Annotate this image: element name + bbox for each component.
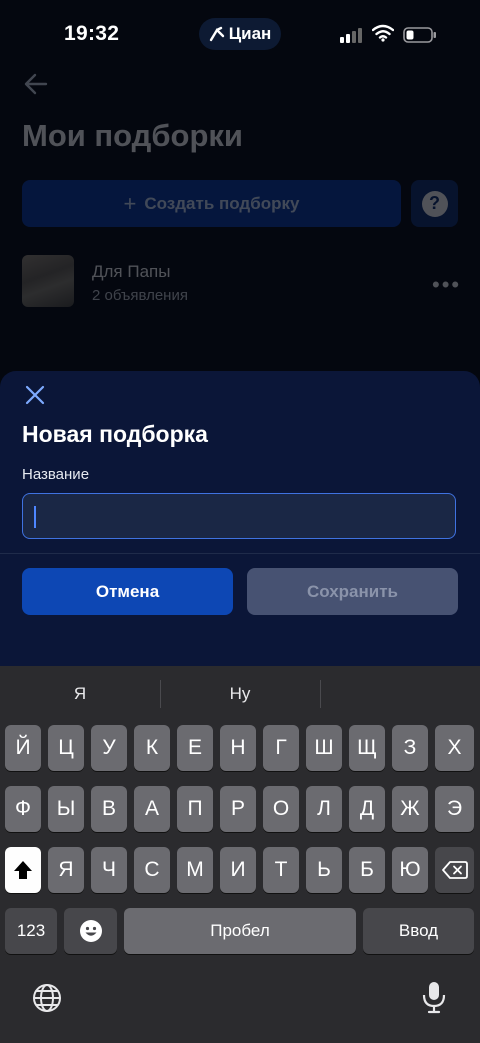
collections-page: Мои подборки + Создать подборку ? Для Па…	[0, 60, 480, 380]
status-time: 19:32	[64, 22, 120, 45]
island-label: Циан	[228, 24, 272, 43]
help-button[interactable]: ?	[411, 180, 458, 227]
key[interactable]: К	[134, 725, 170, 771]
key[interactable]: У	[91, 725, 127, 771]
name-input[interactable]	[22, 493, 456, 539]
save-button[interactable]: Сохранить	[247, 568, 458, 615]
globe-icon[interactable]	[31, 982, 63, 1014]
suggestion-2[interactable]: Ну	[160, 666, 320, 722]
key[interactable]: Ф	[5, 786, 41, 832]
numbers-key[interactable]: 123	[5, 908, 57, 954]
space-key[interactable]: Пробел	[124, 908, 356, 954]
wifi-icon	[372, 24, 394, 42]
key[interactable]: Н	[220, 725, 256, 771]
key[interactable]: Л	[306, 786, 342, 832]
collection-name[interactable]: Для Папы	[92, 262, 170, 282]
emoji-key[interactable]	[64, 908, 117, 954]
signal-icon	[340, 28, 362, 43]
backspace-icon	[441, 861, 468, 879]
key[interactable]: Ш	[306, 725, 342, 771]
new-collection-sheet: Новая подборка Название Отмена Сохранить	[0, 371, 480, 671]
cancel-button[interactable]: Отмена	[22, 568, 233, 615]
sheet-divider	[0, 553, 480, 554]
close-icon[interactable]	[24, 384, 46, 406]
key[interactable]: Й	[5, 725, 41, 771]
suggestion-1[interactable]: Я	[0, 666, 160, 722]
back-arrow-icon[interactable]	[22, 70, 50, 98]
help-icon: ?	[421, 190, 448, 217]
page-title: Мои подборки	[22, 118, 243, 153]
microphone-icon[interactable]	[422, 980, 446, 1014]
dynamic-island: Циан	[199, 18, 281, 50]
key[interactable]: Е	[177, 725, 213, 771]
key[interactable]: Ы	[48, 786, 84, 832]
backspace-key[interactable]	[435, 847, 474, 893]
collection-thumbnail[interactable]	[22, 255, 74, 307]
emoji-icon	[79, 920, 102, 942]
key[interactable]: Б	[349, 847, 385, 893]
name-field-label: Название	[22, 466, 90, 483]
cian-logo-icon	[209, 26, 224, 42]
key[interactable]: Х	[435, 725, 474, 771]
key[interactable]: Т	[263, 847, 299, 893]
key[interactable]: И	[220, 847, 256, 893]
key[interactable]: Ю	[392, 847, 428, 893]
plus-icon: +	[123, 190, 137, 216]
key[interactable]: П	[177, 786, 213, 832]
key[interactable]: Р	[220, 786, 256, 832]
shift-icon	[14, 861, 32, 879]
key[interactable]: В	[91, 786, 127, 832]
key[interactable]: Ь	[306, 847, 342, 893]
return-key[interactable]: Ввод	[363, 908, 474, 954]
key[interactable]: Я	[48, 847, 84, 893]
key[interactable]: Ц	[48, 725, 84, 771]
key[interactable]: Ч	[91, 847, 127, 893]
key[interactable]: М	[177, 847, 213, 893]
key[interactable]: Ж	[392, 786, 428, 832]
collection-count: 2 объявления	[92, 287, 188, 304]
key[interactable]: Д	[349, 786, 385, 832]
key[interactable]: О	[263, 786, 299, 832]
key[interactable]: Щ	[349, 725, 385, 771]
text-caret	[34, 506, 36, 528]
key[interactable]: З	[392, 725, 428, 771]
key[interactable]: Г	[263, 725, 299, 771]
key[interactable]: Э	[435, 786, 474, 832]
shift-key[interactable]	[5, 847, 41, 893]
suggestion-3[interactable]	[320, 666, 480, 722]
create-collection-button[interactable]: + Создать подборку	[22, 180, 401, 227]
create-collection-label: Создать подборку	[144, 193, 300, 213]
keyboard: Я Ну Й Ц У К Е Н Г Ш Щ З Х Ф Ы В А П Р О…	[0, 666, 480, 1043]
key[interactable]: С	[134, 847, 170, 893]
sheet-title: Новая подборка	[22, 421, 208, 447]
battery-icon	[403, 27, 436, 43]
key[interactable]: А	[134, 786, 170, 832]
more-icon[interactable]: •••	[432, 272, 461, 298]
